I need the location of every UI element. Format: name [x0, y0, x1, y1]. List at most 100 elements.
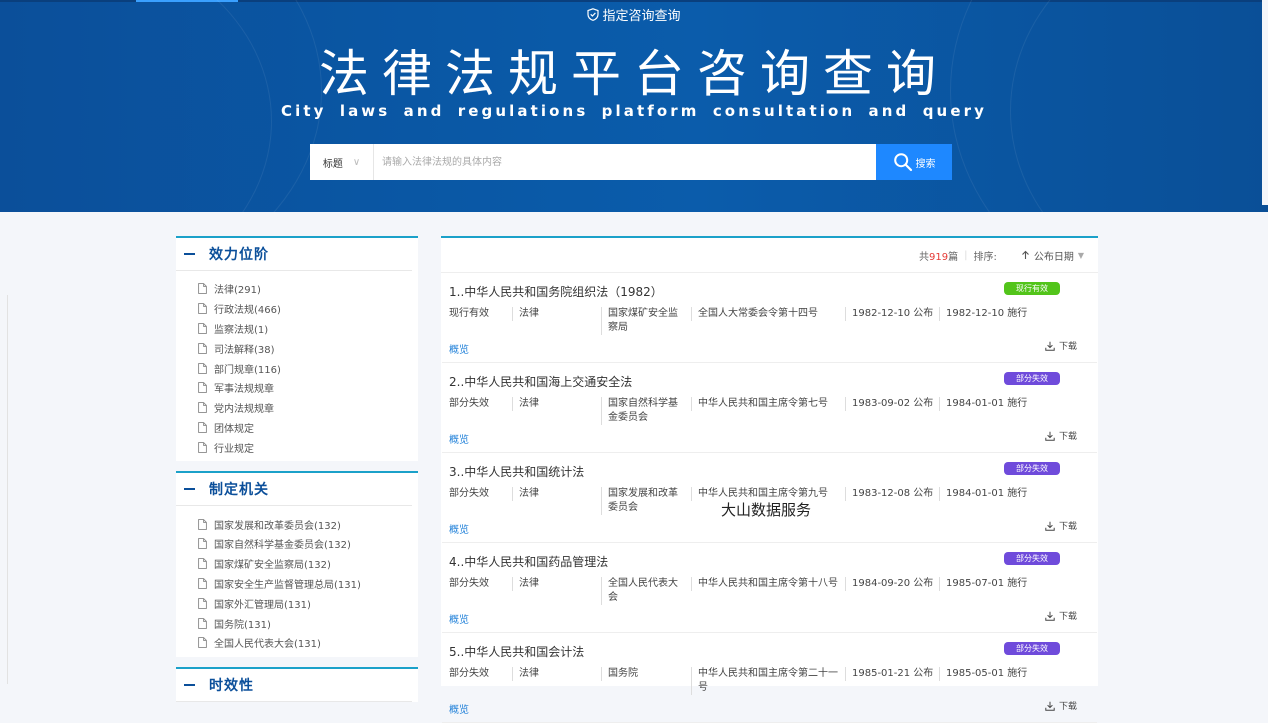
result-effective-date: 1985-07-01 施行 — [939, 577, 1027, 591]
result-title[interactable]: 1..中华人民共和国务院组织法（1982） — [449, 283, 663, 300]
download-label: 下载 — [1058, 342, 1077, 352]
filter-item-label: 国家发展和改革委员会(132) — [214, 520, 341, 532]
download-button[interactable]: 下载 — [1045, 339, 1077, 352]
document-icon — [198, 422, 207, 433]
filter-item[interactable]: 国家安全生产监督管理总局(131) — [198, 574, 418, 594]
document-icon — [198, 578, 207, 589]
result-status: 现行有效 — [449, 308, 489, 319]
filter-item[interactable]: 国家外汇管理局(131) — [198, 593, 418, 613]
result-doc-number: 中华人民共和国主席令第二十一号 — [691, 667, 846, 695]
search-input[interactable] — [374, 144, 876, 180]
filter-item-label: 国务院(131) — [214, 619, 271, 631]
filter-item-label: 国家煤矿安全监察局(132) — [214, 560, 331, 572]
filter-item-label: 国家外汇管理局(131) — [214, 599, 311, 611]
status-badge: 部分失效 — [1004, 462, 1060, 475]
result-status: 部分失效 — [449, 398, 489, 409]
filter-item[interactable]: 国家煤矿安全监察局(132) — [198, 554, 418, 574]
download-button[interactable]: 下载 — [1045, 429, 1077, 442]
document-icon — [198, 402, 207, 414]
filter-panel-org: 制定机关 国家发展和改革委员会(132) 国家自然科学基金委员会(132) 国家煤矿… — [176, 471, 418, 657]
page-subtitle: City laws and regulations platform consu… — [281, 102, 987, 120]
result-doc-number: 中华人民共和国主席令第十八号 — [691, 577, 846, 591]
result-title[interactable]: 5..中华人民共和国会计法 — [449, 643, 584, 660]
download-button[interactable]: 下载 — [1045, 519, 1077, 532]
result-title[interactable]: 4..中华人民共和国药品管理法 — [449, 553, 608, 570]
results-toolbar: 共919篇 | 排序: 公布日期 ▼ — [441, 238, 1098, 273]
status-badge: 部分失效 — [1004, 552, 1060, 565]
filter-item-label: 行业规定 — [214, 443, 254, 455]
filter-item[interactable]: 国务院(131) — [198, 613, 418, 633]
overview-link[interactable]: 概览 — [449, 611, 469, 626]
caret-down-icon: ▼ — [1077, 250, 1084, 260]
result-doc-number: 中华人民共和国主席令第七号 — [691, 397, 846, 411]
filter-item[interactable]: 团体规定 — [198, 418, 418, 438]
result-effective-date: 1984-01-01 施行 — [939, 487, 1027, 501]
result-item: 3..中华人民共和国统计法 部分失效 部分失效 法律 国家发展和改革 委员会 中华人民共和国… — [442, 453, 1097, 543]
result-item: 4..中华人民共和国药品管理法 部分失效 部分失效 法律 全国人民代表大会中华人民共和国… — [442, 543, 1097, 633]
filter-item[interactable]: 军事法规规章 — [198, 378, 418, 398]
divider — [7, 295, 8, 684]
result-title[interactable]: 2..中华人民共和国海上交通安全法 — [449, 373, 632, 390]
document-icon — [198, 303, 207, 315]
document-icon — [198, 597, 207, 609]
result-level: 法律 — [512, 667, 539, 681]
download-icon — [1045, 431, 1055, 441]
search-type-label: 标题 — [322, 158, 343, 170]
document-icon — [198, 637, 207, 649]
panel-header: 时效性 — [176, 669, 412, 702]
badge-label: 指定咨询查询 — [602, 9, 681, 24]
filter-item-label: 军事法规规章 — [214, 384, 274, 396]
document-icon — [198, 283, 207, 295]
filter-item-label: 全国人民代表大会(131) — [214, 639, 321, 651]
document-icon — [198, 617, 207, 629]
result-level: 法律 — [512, 577, 539, 591]
search-button-label: 搜索 — [915, 158, 936, 170]
filter-item[interactable]: 法律(291) — [198, 279, 418, 299]
download-button[interactable]: 下载 — [1045, 609, 1077, 622]
result-status: 部分失效 — [449, 578, 489, 589]
result-issuing-org: 国务院 — [601, 667, 682, 681]
filter-item-label: 国家自然科学基金委员会(132) — [214, 540, 351, 552]
result-count: 共919篇 — [919, 251, 959, 263]
result-issuing-org: 国家煤矿安全监 察局 — [601, 307, 682, 335]
document-icon — [198, 538, 207, 550]
result-level: 法律 — [512, 397, 539, 411]
overview-link[interactable]: 概览 — [449, 521, 469, 536]
result-status: 部分失效 — [449, 488, 489, 499]
filter-item[interactable]: 行业规定 — [198, 437, 418, 457]
shield-icon — [587, 8, 600, 25]
download-button[interactable]: 下载 — [1045, 699, 1077, 712]
overview-link[interactable]: 概览 — [449, 431, 469, 446]
download-label: 下载 — [1058, 612, 1077, 622]
result-effective-date: 1982-12-10 施行 — [939, 307, 1027, 321]
search-button[interactable]: 搜索 — [876, 144, 952, 180]
filter-item[interactable]: 部门规章(116) — [198, 358, 418, 378]
filter-item[interactable]: 监察法规(1) — [198, 319, 418, 339]
download-label: 下载 — [1058, 432, 1077, 442]
divider: | — [964, 249, 968, 261]
result-level: 法律 — [512, 307, 539, 321]
dash-icon — [184, 683, 195, 686]
result-publish-date: 1983-09-02 公布 — [845, 397, 933, 411]
document-icon — [198, 382, 207, 394]
filter-item[interactable]: 司法解释(38) — [198, 338, 418, 358]
sort-value: 公布日期 — [1033, 251, 1074, 263]
result-title[interactable]: 3..中华人民共和国统计法 — [449, 463, 584, 480]
result-publish-date: 1984-09-20 公布 — [845, 577, 933, 591]
filter-item[interactable]: 国家自然科学基金委员会(132) — [198, 534, 418, 554]
overview-link[interactable]: 概览 — [449, 701, 469, 716]
result-item: 5..中华人民共和国会计法 部分失效 部分失效 法律 国务院 中华人民共和国主席令第二十一… — [442, 633, 1097, 723]
filter-item[interactable]: 全国人民代表大会(131) — [198, 633, 418, 653]
filter-item[interactable]: 行政法规(466) — [198, 299, 418, 319]
document-icon — [198, 323, 207, 334]
result-level: 法律 — [512, 487, 539, 501]
filter-item[interactable]: 国家发展和改革委员会(132) — [198, 514, 418, 534]
sort-dropdown[interactable]: 公布日期 ▼ — [1021, 248, 1084, 263]
panel-header: 效力位阶 — [176, 238, 412, 271]
overview-link[interactable]: 概览 — [449, 341, 469, 356]
status-badge: 部分失效 — [1004, 372, 1060, 385]
panel-title: 效力位阶 — [209, 247, 269, 263]
download-label: 下载 — [1058, 702, 1077, 712]
filter-item[interactable]: 党内法规规章 — [198, 398, 418, 418]
search-type-select[interactable]: 标题 ∨ — [310, 144, 374, 180]
